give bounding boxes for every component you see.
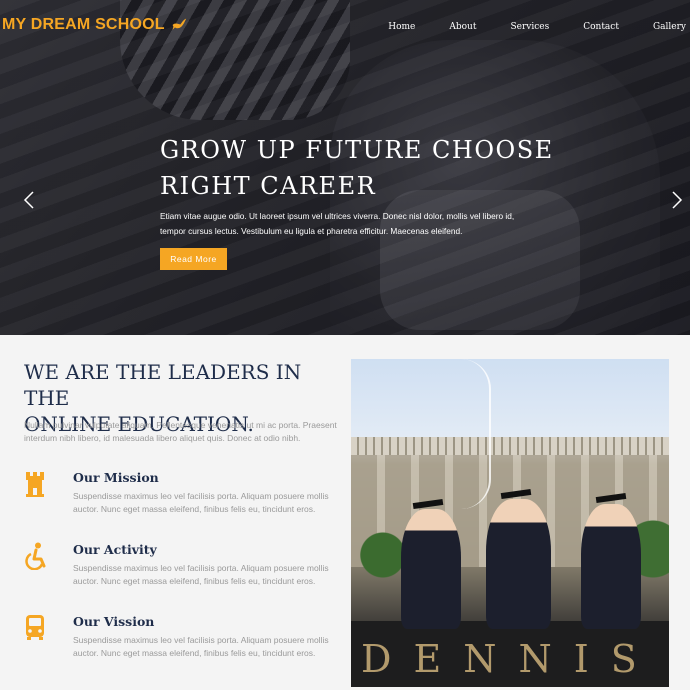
graduation-photo: DENNIS xyxy=(351,359,669,687)
hero-description: Etiam vitae augue odio. Ut laoreet ipsum… xyxy=(160,209,560,239)
read-more-button[interactable]: Read More xyxy=(160,248,227,270)
photo-wall-text: DENNIS xyxy=(361,637,659,681)
site-logo[interactable]: MY DREAM SCHOOL xyxy=(2,16,187,34)
feature-activity-text: Suspendisse maximus leo vel facilisis po… xyxy=(73,563,329,586)
feature-activity-title: Our Activity xyxy=(73,542,157,557)
hero-banner: MY DREAM SCHOOL Home About Services Cont… xyxy=(0,0,690,335)
nav-home[interactable]: Home xyxy=(354,22,415,32)
hero-description-line1: Etiam vitae augue odio. Ut laoreet ipsum… xyxy=(160,211,515,221)
wheelchair-icon xyxy=(25,542,46,570)
chevron-right-icon[interactable] xyxy=(670,190,684,210)
feature-vission-title: Our Vission xyxy=(73,614,155,629)
nav-contact[interactable]: Contact xyxy=(549,22,619,32)
hero-title-line1: GROW UP FUTURE CHOOSE xyxy=(160,136,554,164)
feature-mission-text: Suspendisse maximus leo vel facilisis po… xyxy=(73,491,329,514)
castle-tower-icon xyxy=(26,472,44,497)
feature-vission-text: Suspendisse maximus leo vel facilisis po… xyxy=(73,635,329,658)
site-logo-text: MY DREAM SCHOOL xyxy=(2,16,165,33)
feature-mission-title: Our Mission xyxy=(73,470,159,485)
hero-title-line2: RIGHT CAREER xyxy=(160,172,377,200)
hero-description-line2: tempor cursus lectus. Vestibulum eu ligu… xyxy=(160,226,463,236)
main-nav: Home About Services Contact Gallery xyxy=(354,22,686,32)
about-title-line1: WE ARE THE LEADERS IN THE xyxy=(24,360,302,410)
hero-title: GROW UP FUTURE CHOOSE RIGHT CAREER xyxy=(160,132,580,204)
nav-services[interactable]: Services xyxy=(476,22,549,32)
bus-icon xyxy=(26,615,44,640)
bird-icon xyxy=(172,18,186,30)
chevron-left-icon[interactable] xyxy=(22,190,36,210)
about-description: Nullam pulvinar vulputate aliquam. Pelle… xyxy=(24,420,337,443)
nav-gallery[interactable]: Gallery xyxy=(619,22,686,32)
nav-about[interactable]: About xyxy=(415,22,476,32)
